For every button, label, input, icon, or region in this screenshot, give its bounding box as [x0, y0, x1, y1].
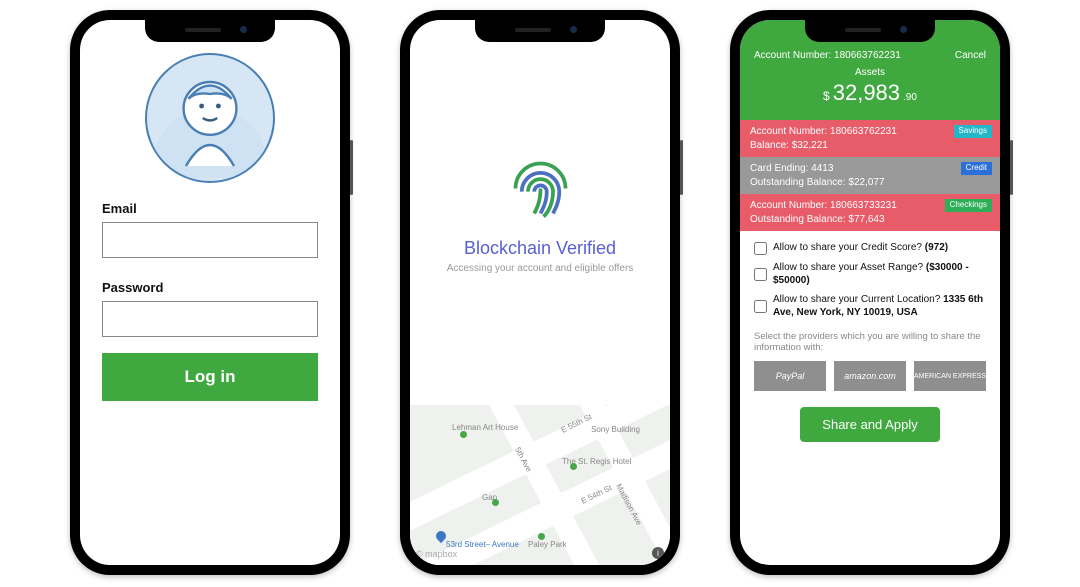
map-label-sony: Sony Building: [591, 425, 640, 434]
map[interactable]: Lehman Art House Sony Building The St. R…: [410, 405, 670, 565]
avatar: [145, 53, 275, 183]
perm-location-checkbox[interactable]: [754, 294, 767, 319]
login-button[interactable]: Log in: [102, 353, 318, 401]
perm-asset-range[interactable]: Allow to share your Asset Range? ($30000…: [754, 261, 986, 287]
login-screen: Email Password Log in: [80, 20, 340, 565]
account-number: Account Number: 180663762231: [754, 50, 901, 61]
assets-screen: Account Number: 180663762231 Cancel Asse…: [740, 20, 1000, 565]
provider-paypal[interactable]: PayPal: [754, 361, 826, 391]
poi-icon: [538, 533, 545, 540]
phone-verified: Blockchain Verified Accessing your accou…: [400, 10, 680, 575]
provider-amazon[interactable]: amazon.com: [834, 361, 906, 391]
assets-label: Assets: [754, 67, 986, 78]
phone-assets: Account Number: 180663762231 Cancel Asse…: [730, 10, 1010, 575]
perm-asset-range-checkbox[interactable]: [754, 262, 767, 287]
email-label: Email: [102, 201, 318, 216]
account-row-savings[interactable]: Account Number: 180663762231 Balance: $3…: [740, 120, 1000, 157]
provider-note: Select the providers which you are willi…: [740, 331, 1000, 361]
email-field[interactable]: [102, 222, 318, 258]
poi-icon: [570, 463, 577, 470]
verified-screen: Blockchain Verified Accessing your accou…: [410, 20, 670, 565]
password-field[interactable]: [102, 301, 318, 337]
badge-credit: Credit: [961, 162, 992, 175]
share-apply-button[interactable]: Share and Apply: [800, 407, 939, 442]
notch: [475, 20, 605, 42]
map-info-icon[interactable]: i: [652, 547, 664, 559]
map-label-station: 53rd Street– Avenue: [446, 540, 519, 549]
assets-value: $ 32,983 .90: [754, 80, 986, 106]
perm-credit-score[interactable]: Allow to share your Credit Score? (972): [754, 241, 986, 255]
verified-subtitle: Accessing your account and eligible offe…: [447, 263, 634, 274]
cancel-button[interactable]: Cancel: [955, 50, 986, 61]
permissions: Allow to share your Credit Score? (972) …: [740, 231, 1000, 331]
perm-location[interactable]: Allow to share your Current Location? 13…: [754, 293, 986, 319]
poi-icon: [492, 499, 499, 506]
map-label-paley: Paley Park: [528, 540, 567, 549]
account-row-checkings[interactable]: Account Number: 180663733231 Outstanding…: [740, 194, 1000, 231]
provider-amex[interactable]: AMERICAN EXPRESS: [914, 361, 986, 391]
password-label: Password: [102, 280, 318, 295]
notch: [145, 20, 275, 42]
badge-checkings: Checkings: [945, 199, 992, 212]
phone-login: Email Password Log in: [70, 10, 350, 575]
verified-title: Blockchain Verified: [464, 238, 616, 259]
notch: [805, 20, 935, 42]
perm-credit-score-checkbox[interactable]: [754, 242, 767, 255]
provider-buttons: PayPal amazon.com AMERICAN EXPRESS: [740, 361, 1000, 407]
account-row-credit[interactable]: Card Ending: 4413 Outstanding Balance: $…: [740, 157, 1000, 194]
map-attribution: © mapbox: [416, 549, 457, 559]
poi-icon: [460, 431, 467, 438]
yeti-icon: [150, 58, 270, 178]
badge-savings: Savings: [954, 125, 992, 138]
fingerprint-icon: [503, 151, 578, 226]
